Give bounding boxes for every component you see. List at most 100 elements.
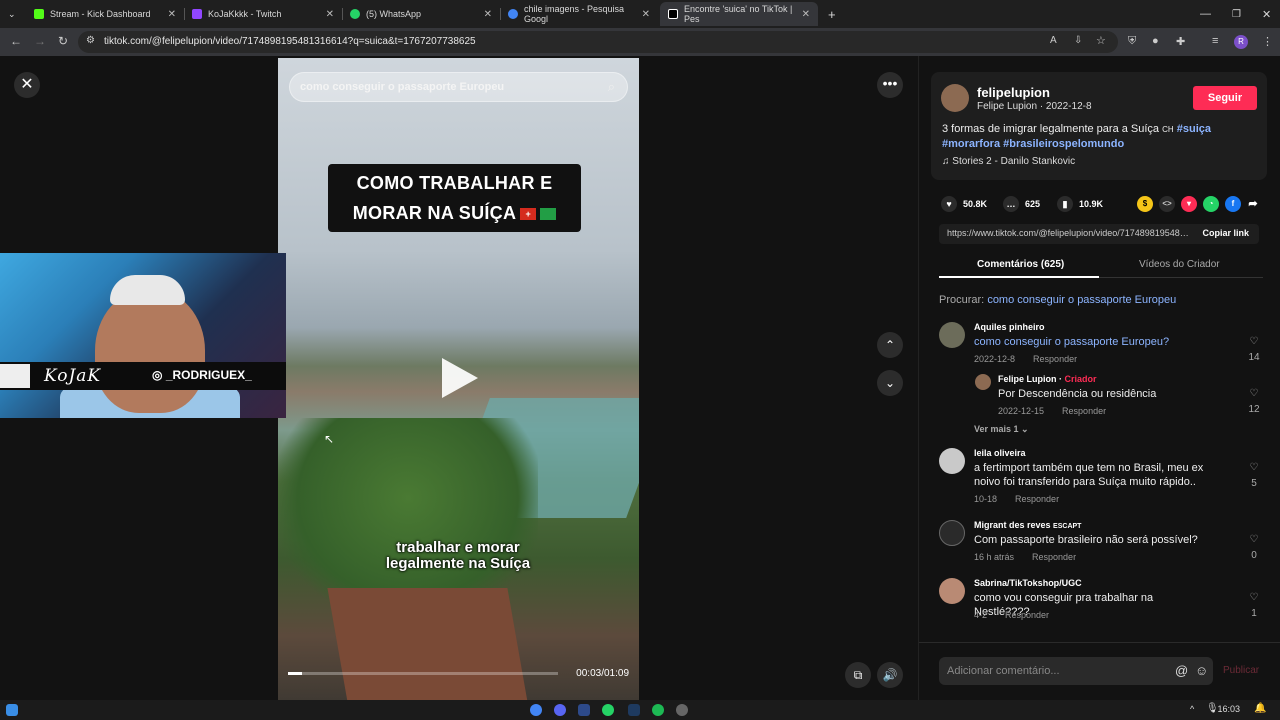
comment-button[interactable]: … 625 bbox=[1003, 196, 1040, 212]
close-icon[interactable]: ✕ bbox=[802, 9, 810, 20]
puzzle-icon[interactable]: ✚ bbox=[1176, 35, 1185, 48]
like-button[interactable]: ♥ 50.8K bbox=[941, 196, 987, 212]
commenter-avatar[interactable] bbox=[939, 578, 965, 604]
commenter-name[interactable]: Sabrina/TikTokshop/UGC bbox=[974, 578, 1082, 588]
webcam-overlay bbox=[0, 253, 286, 418]
minimize-button[interactable]: — bbox=[1192, 2, 1219, 26]
share-link-text[interactable]: https://www.tiktok.com/@felipelupion/vid… bbox=[947, 228, 1189, 238]
chrome-icon[interactable] bbox=[530, 704, 542, 716]
commenter-name[interactable]: Migrant des reves ESCAPT bbox=[974, 520, 1081, 530]
next-video-button[interactable]: ⌄ bbox=[877, 370, 903, 396]
app-a-icon[interactable] bbox=[578, 704, 590, 716]
search-suggestion[interactable]: Procurar: como conseguir o passaporte Eu… bbox=[939, 294, 1176, 306]
publish-button[interactable]: Publicar bbox=[1223, 665, 1259, 676]
video-search-bar[interactable]: como conseguir o passaporte Europeu ⌕ bbox=[289, 72, 628, 102]
minimize-icon: — bbox=[1200, 8, 1211, 20]
window-close-button[interactable]: ✕ bbox=[1254, 2, 1279, 26]
heart-outline-icon[interactable]: ♡ bbox=[1247, 462, 1261, 473]
forward-icon[interactable]: → bbox=[34, 34, 46, 48]
save-button[interactable]: ▮ 10.9K bbox=[1057, 196, 1103, 212]
profile-avatar[interactable]: R bbox=[1234, 35, 1248, 49]
close-icon[interactable]: ✕ bbox=[484, 9, 492, 20]
video-player[interactable]: como conseguir o passaporte Europeu ⌕ CO… bbox=[278, 58, 639, 700]
tray-up-icon[interactable]: ^ bbox=[1190, 704, 1194, 714]
menu-kebab-icon[interactable]: ⋮ bbox=[1262, 35, 1273, 48]
tab-kick[interactable]: Stream - Kick Dashboard ✕ bbox=[26, 2, 184, 26]
app-terminal-icon[interactable] bbox=[628, 704, 640, 716]
notification-icon[interactable]: 🔔 bbox=[1254, 703, 1266, 714]
whatsapp-icon[interactable] bbox=[602, 704, 614, 716]
windows-start-icon[interactable] bbox=[6, 704, 18, 716]
translate-icon[interactable]: A bbox=[1050, 35, 1057, 46]
more-options-button[interactable]: ••• bbox=[877, 72, 903, 98]
hashtag-suica[interactable]: #suiça bbox=[1177, 123, 1211, 135]
commenter-avatar[interactable] bbox=[975, 374, 991, 390]
reply-button[interactable]: Responder bbox=[1062, 406, 1106, 416]
tab-comments[interactable]: Comentários (625) bbox=[977, 259, 1064, 270]
tab-creator-videos[interactable]: Vídeos do Criador bbox=[1139, 259, 1220, 270]
play-icon[interactable] bbox=[442, 358, 478, 398]
creator-avatar[interactable] bbox=[941, 84, 969, 112]
creator-username[interactable]: felipelupion bbox=[977, 85, 1050, 100]
tab-twitch[interactable]: KoJaKkkk - Twitch ✕ bbox=[184, 2, 342, 26]
reply-button[interactable]: Responder bbox=[1032, 552, 1076, 562]
close-icon[interactable]: ✕ bbox=[168, 9, 176, 20]
reply-button[interactable]: Responder bbox=[1033, 354, 1077, 364]
reply-button[interactable]: Responder bbox=[1015, 494, 1059, 504]
site-info-icon[interactable]: ⚙ bbox=[86, 35, 95, 46]
restore-button[interactable]: ❐ bbox=[1224, 2, 1249, 26]
send-icon[interactable]: ▾ bbox=[1181, 196, 1197, 212]
bookmark-star-icon[interactable]: ☆ bbox=[1096, 34, 1106, 47]
previous-video-button[interactable]: ⌃ bbox=[877, 332, 903, 358]
obs-icon[interactable] bbox=[676, 704, 688, 716]
coin-share-icon[interactable]: $ bbox=[1137, 196, 1153, 212]
embed-icon[interactable]: <> bbox=[1159, 196, 1175, 212]
whatsapp-share-icon[interactable]: ◔ bbox=[1203, 196, 1219, 212]
heart-outline-icon[interactable]: ♡ bbox=[1247, 336, 1261, 347]
reading-list-icon[interactable]: ≡ bbox=[1212, 35, 1218, 47]
follow-button[interactable]: Seguir bbox=[1193, 86, 1257, 110]
tab-label: Stream - Kick Dashboard bbox=[50, 9, 151, 19]
emoji-icon[interactable]: ☺ bbox=[1195, 663, 1208, 678]
address-bar[interactable]: ⚙ tiktok.com/@felipelupion/video/7174898… bbox=[78, 31, 1118, 53]
commenter-avatar[interactable] bbox=[939, 322, 965, 348]
new-tab-button[interactable]: + bbox=[820, 2, 840, 26]
tab-list-button[interactable]: ⌄ bbox=[0, 2, 26, 26]
commenter-name[interactable]: Aquiles pinheiro bbox=[974, 322, 1045, 332]
hashtag-brasileirospelomundo[interactable]: #brasileirospelomundo bbox=[1003, 138, 1124, 150]
reply-item: Felipe Lupion · Criador Por Descendência… bbox=[939, 374, 1261, 418]
tab-google[interactable]: chile imagens - Pesquisa Googl ✕ bbox=[500, 2, 658, 26]
tab-whatsapp[interactable]: (5) WhatsApp ✕ bbox=[342, 2, 500, 26]
comment-input[interactable]: Adicionar comentário... @ ☺ bbox=[939, 657, 1213, 685]
close-video-button[interactable]: ✕ bbox=[14, 72, 40, 98]
heart-outline-icon[interactable]: ♡ bbox=[1247, 534, 1261, 545]
copy-link-button[interactable]: Copiar link bbox=[1202, 228, 1249, 238]
volume-button[interactable]: 🔊 bbox=[877, 662, 903, 688]
reload-icon[interactable]: ↻ bbox=[58, 34, 68, 48]
heart-outline-icon[interactable]: ♡ bbox=[1247, 388, 1261, 399]
search-icon[interactable]: ⌕ bbox=[608, 79, 615, 95]
shield-icon[interactable]: ⛨ bbox=[1128, 35, 1136, 48]
pip-button[interactable]: ⧉ bbox=[845, 662, 871, 688]
view-more-replies[interactable]: Ver mais 1 ⌄ bbox=[974, 424, 1029, 435]
commenter-avatar[interactable] bbox=[939, 448, 965, 474]
share-arrow-icon[interactable]: ➦ bbox=[1245, 196, 1261, 212]
reply-button[interactable]: Responder bbox=[1005, 610, 1049, 620]
commenter-avatar[interactable] bbox=[939, 520, 965, 546]
install-icon[interactable]: ⇩ bbox=[1074, 35, 1082, 46]
mention-icon[interactable]: @ bbox=[1175, 663, 1188, 678]
video-progress-bar[interactable] bbox=[288, 672, 558, 675]
spotify-icon[interactable] bbox=[652, 704, 664, 716]
back-icon[interactable]: ← bbox=[10, 34, 22, 48]
facebook-icon[interactable]: f bbox=[1225, 196, 1241, 212]
close-icon[interactable]: ✕ bbox=[642, 9, 650, 20]
tab-tiktok[interactable]: Encontre 'suica' no TikTok | Pes ✕ bbox=[660, 2, 818, 26]
hashtag-morarfora[interactable]: #morarfora bbox=[942, 138, 1000, 150]
extension-icon[interactable]: ● bbox=[1152, 35, 1159, 47]
commenter-name[interactable]: leila oliveira bbox=[974, 448, 1026, 458]
commenter-name[interactable]: Felipe Lupion · Criador bbox=[998, 374, 1097, 384]
heart-outline-icon[interactable]: ♡ bbox=[1247, 592, 1261, 603]
music-link[interactable]: ♫ Stories 2 - Danilo Stankovic bbox=[942, 156, 1075, 167]
close-icon[interactable]: ✕ bbox=[326, 9, 334, 20]
discord-icon[interactable] bbox=[554, 704, 566, 716]
